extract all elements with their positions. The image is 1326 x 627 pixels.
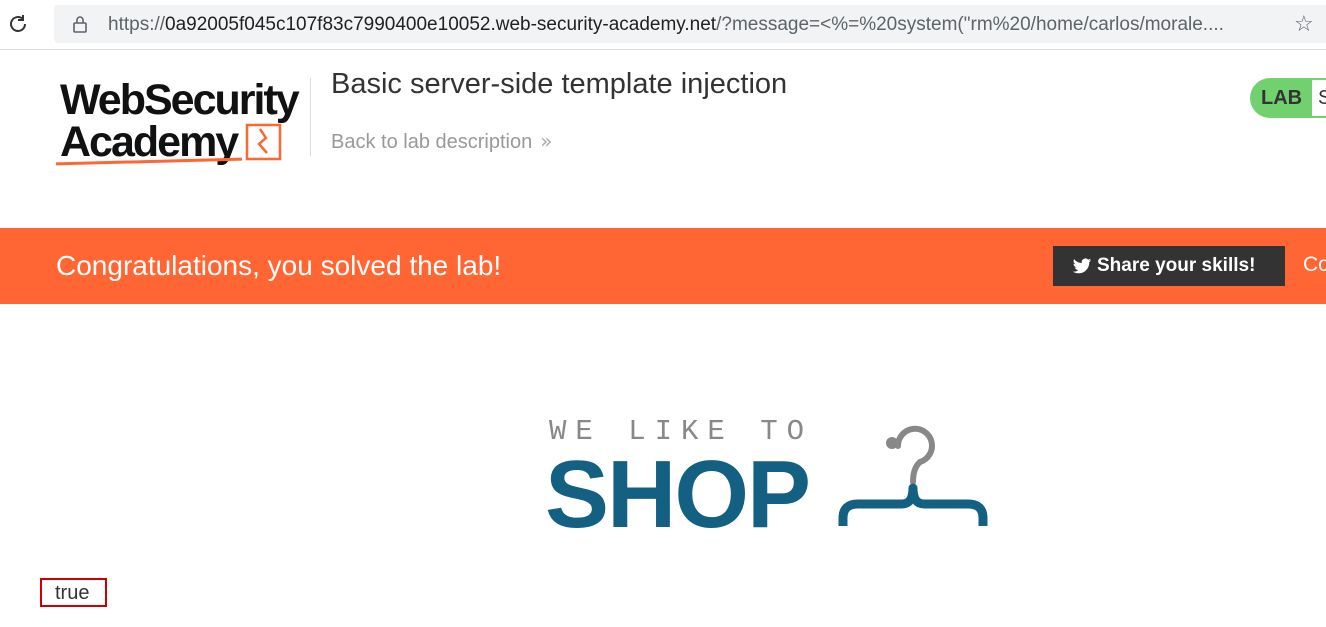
- solved-banner: Congratulations, you solved the lab! Sha…: [0, 228, 1326, 304]
- star-icon[interactable]: ☆: [1294, 12, 1314, 37]
- header-divider: [310, 78, 311, 156]
- lab-badge-label: LAB: [1261, 87, 1303, 109]
- lab-status-badge: LAB S: [1250, 78, 1326, 118]
- shop-logo-text: SHOP: [545, 441, 811, 548]
- twitter-icon: [1072, 258, 1092, 274]
- back-link-label: Back to lab description: [331, 131, 533, 153]
- lock-icon[interactable]: [70, 14, 90, 34]
- logo-bolt-icon: [245, 123, 282, 161]
- lab-badge-status: S: [1312, 80, 1326, 116]
- back-to-lab-description-link[interactable]: Back to lab description »: [331, 129, 552, 154]
- lab-badge-status-text: S: [1318, 87, 1326, 109]
- url-text[interactable]: https://0a92005f045c107f83c7990400e10052…: [108, 14, 1278, 36]
- browser-toolbar: https://0a92005f045c107f83c7990400e10052…: [0, 0, 1326, 50]
- template-output: true: [40, 578, 107, 607]
- template-output-value: true: [55, 582, 90, 604]
- share-skills-label: Share your skills!: [1097, 255, 1256, 276]
- lab-title: Basic server-side template injection: [331, 68, 788, 100]
- hanger-icon: [838, 425, 988, 526]
- url-host: 0a92005f045c107f83c7990400e10052.web-sec…: [165, 14, 717, 35]
- continue-link[interactable]: Co: [1303, 253, 1326, 277]
- url-scheme: https://: [108, 14, 166, 35]
- url-path: /?message=<%=%20system("rm%20/home/carlo…: [716, 14, 1224, 35]
- web-security-academy-logo[interactable]: WebSecurity Academy: [55, 76, 308, 168]
- share-skills-button[interactable]: Share your skills!: [1053, 246, 1285, 286]
- congratulations-message: Congratulations, you solved the lab!: [56, 250, 502, 281]
- double-chevron-right-icon: »: [540, 129, 553, 153]
- reload-icon[interactable]: [6, 12, 30, 36]
- address-bar[interactable]: https://0a92005f045c107f83c7990400e10052…: [54, 5, 1326, 43]
- logo-text-line1: WebSecurity: [60, 76, 300, 124]
